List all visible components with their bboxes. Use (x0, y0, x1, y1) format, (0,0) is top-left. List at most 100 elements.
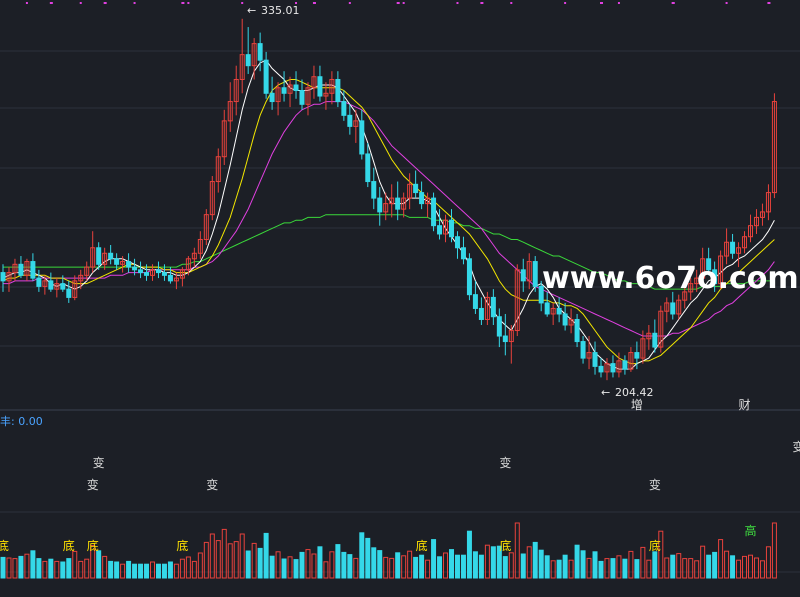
indicator-bar (126, 560, 132, 579)
indicator-bar (604, 558, 610, 579)
indicator-bar (628, 550, 634, 579)
candle-down (610, 363, 616, 373)
signal-label: 变 (87, 477, 99, 492)
indicator-bar (0, 556, 6, 579)
indicator-bar (759, 560, 765, 579)
candle-down (478, 307, 484, 320)
candle-down (377, 197, 383, 213)
indicator-bar (209, 533, 215, 579)
indicator-bar (251, 542, 257, 579)
candle-down (108, 252, 114, 260)
indicator-bar (78, 560, 84, 579)
high-arrow: ← (247, 4, 256, 17)
indicator-bar (508, 552, 514, 579)
indicator-bar (449, 549, 454, 579)
indicator-bar (466, 530, 472, 579)
indicator-bar (120, 563, 126, 579)
indicator-bar (108, 560, 114, 579)
indicator-bar (30, 550, 36, 579)
indicator-bar (305, 549, 311, 579)
event-marker (348, 2, 351, 4)
indicator-bar (377, 550, 383, 579)
indicator-bar (401, 555, 407, 579)
indicator-bar (299, 551, 305, 579)
indicator-bar (359, 532, 365, 579)
candle-down (395, 197, 401, 210)
candle-down (138, 269, 144, 274)
grid-lines (0, 50, 800, 573)
indicator-bar (748, 554, 753, 579)
event-marker (25, 2, 28, 4)
indicator-bar (335, 544, 341, 579)
indicator-bar (24, 553, 30, 579)
indicator-bar (490, 546, 496, 579)
indicator-label: 丰: 0.00 (0, 415, 43, 428)
candle-down (371, 181, 377, 199)
signal-label: 变 (499, 455, 511, 470)
indicator-bar (287, 556, 293, 579)
indicator-bar (185, 556, 191, 579)
candle-down (472, 294, 478, 309)
signal-label: 变 (649, 477, 661, 492)
indicator-bar (317, 546, 323, 579)
top-event-markers (25, 2, 771, 4)
candle-down (652, 332, 658, 348)
indicator-bar (712, 551, 718, 579)
indicator-bar (311, 553, 317, 579)
event-marker (671, 2, 674, 4)
indicator-bar (676, 553, 682, 579)
event-marker (725, 2, 728, 4)
candle-down (299, 90, 305, 105)
candle-down (466, 258, 472, 296)
indicator-bar (706, 554, 712, 579)
indicator-bar (694, 560, 700, 579)
indicator-bar (179, 558, 185, 579)
event-marker (187, 2, 190, 4)
candle-down (490, 296, 496, 318)
indicator-bar (42, 560, 48, 579)
candle-down (520, 269, 526, 282)
event-marker (241, 2, 244, 4)
event-label: 财 (739, 398, 751, 412)
candle-down (580, 341, 586, 359)
indicator-bar (431, 539, 437, 579)
candle-down (449, 219, 454, 238)
indicator-bar (526, 546, 532, 579)
indicator-bar (478, 554, 484, 579)
indicator-bar (395, 552, 401, 579)
indicator-bar (670, 554, 676, 579)
indicator-bar (580, 550, 586, 579)
indicator-bar (173, 563, 179, 579)
indicator-bar (736, 559, 742, 579)
indicator-bar (84, 558, 90, 579)
indicator-bar (443, 552, 449, 579)
candle-down (0, 272, 6, 282)
event-marker (617, 2, 620, 4)
indicator-bar (562, 554, 568, 579)
indicator-bar (598, 560, 604, 579)
candle-down (347, 114, 353, 127)
indicator-bar (472, 551, 478, 579)
indicator-bar (18, 555, 24, 579)
indicator-bar (652, 551, 658, 579)
candle-down (413, 183, 419, 194)
indicator-bar (275, 551, 281, 579)
indicator-bar (66, 558, 72, 579)
candle-down (245, 54, 251, 67)
event-marker (49, 2, 53, 4)
candle-down (359, 120, 365, 155)
indicator-bar (413, 556, 419, 579)
event-marker (480, 2, 484, 4)
candle-down (161, 272, 167, 276)
candle-down (60, 283, 66, 290)
event-marker (564, 2, 567, 4)
indicator-bar (484, 544, 490, 579)
candle-down (335, 78, 341, 103)
indicator-bar (771, 522, 777, 579)
event-marker (767, 2, 771, 4)
indicator-bar (574, 544, 580, 579)
candle-down (114, 258, 120, 265)
indicator-bar (36, 558, 42, 579)
indicator-bar (664, 557, 670, 579)
candle-down (66, 288, 72, 298)
